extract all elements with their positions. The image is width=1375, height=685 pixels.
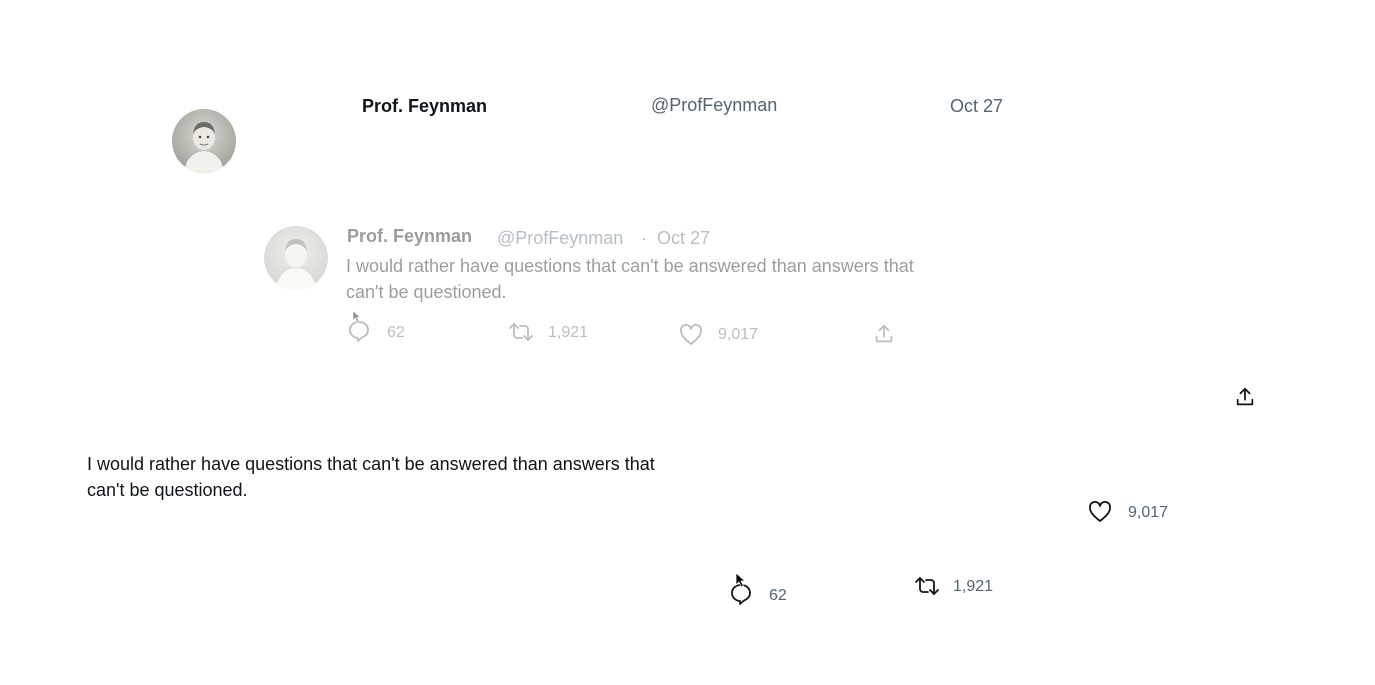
ghost-avatar <box>264 226 328 290</box>
ghost-tweet-text: I would rather have questions that can't… <box>346 253 996 305</box>
ghost-reply-icon <box>347 320 371 342</box>
ghost-author-handle: @ProfFeynman <box>497 228 624 248</box>
ghost-tweet-text-line-1: I would rather have questions that can't… <box>346 256 914 276</box>
ghost-like-count: 9,017 <box>718 326 759 343</box>
ghost-tweet-text-line-2: can't be questioned. <box>346 282 507 302</box>
ghost-heart-icon <box>679 324 703 346</box>
ghost-retweet-icon <box>508 322 534 342</box>
ghost-avatar-portrait <box>276 239 316 290</box>
ghost-tweet: Prof. Feynman @ProfFeynman · Oct 27 I wo… <box>0 0 1375 685</box>
ghost-author-name: Prof. Feynman <box>347 226 473 246</box>
ghost-tweet-date: Oct 27 <box>657 228 711 248</box>
ghost-cursor-icon <box>352 310 362 323</box>
ghost-retweet-count: 1,921 <box>548 324 589 341</box>
ghost-share-icon <box>873 323 895 345</box>
ghost-separator: · <box>641 228 647 248</box>
ghost-reply-count: 62 <box>387 324 405 341</box>
